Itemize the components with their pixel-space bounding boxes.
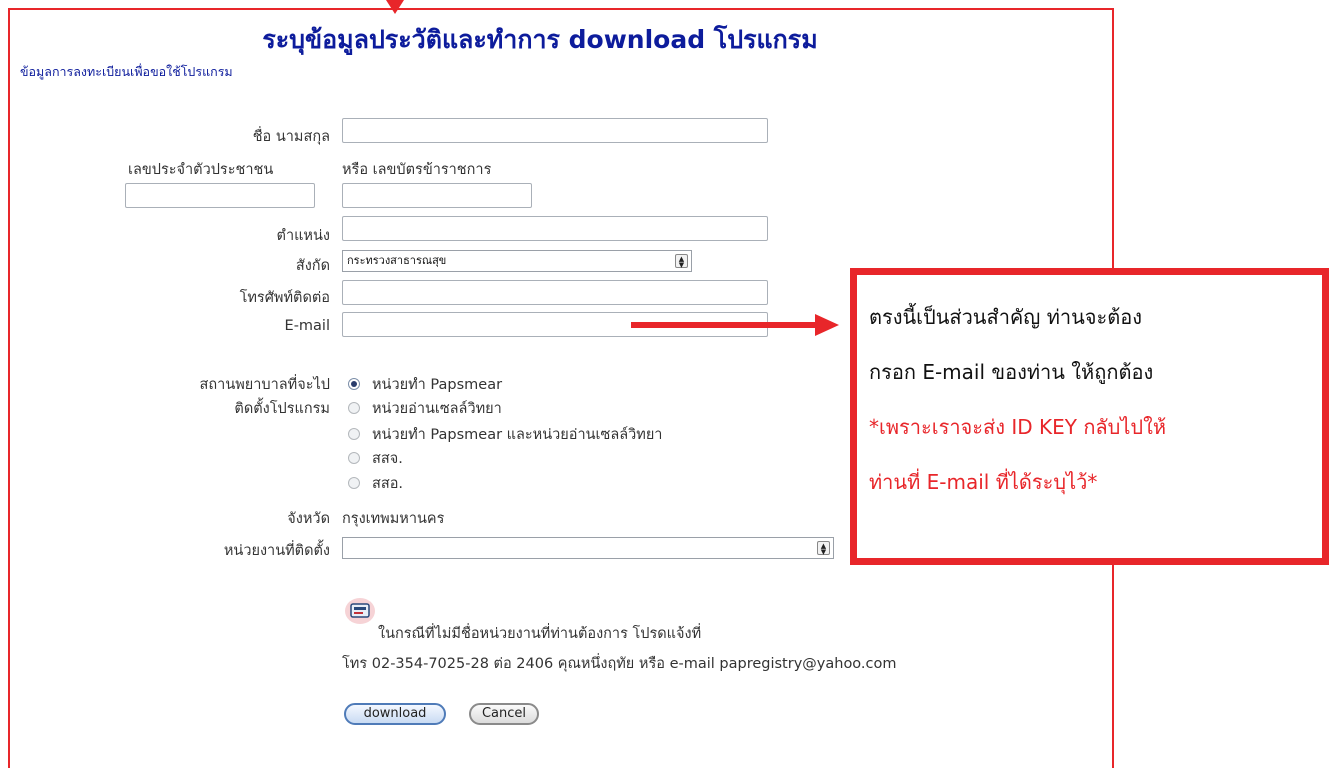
hospital-option-3-label: หน่วยทำ Papsmear และหน่วยอ่านเซลล์วิทยา: [372, 427, 663, 443]
select-arrows-icon: ▲ ▼: [817, 541, 830, 556]
unit-label: หน่วยงานที่ติดตั้ง: [223, 543, 330, 559]
hospital-option-4-radio[interactable]: [348, 452, 360, 464]
hospital-label-line1: สถานพยาบาลที่จะไป: [199, 377, 330, 393]
hospital-option-3-radio[interactable]: [348, 428, 360, 440]
hospital-option-1-radio[interactable]: [348, 378, 360, 390]
phone-label: โทรศัพท์ติดต่อ: [239, 290, 330, 306]
hospital-option-4-label: สสจ.: [372, 451, 403, 467]
gov-id-input[interactable]: [342, 183, 532, 208]
contact-card-icon: [345, 598, 375, 624]
citizen-id-input[interactable]: [125, 183, 315, 208]
hospital-option-2-radio[interactable]: [348, 402, 360, 414]
name-input[interactable]: [342, 118, 768, 143]
hospital-option-5-label: สสอ.: [372, 476, 404, 492]
callout-line2: กรอก E-mail ของท่าน ให้ถูกต้อง: [869, 360, 1154, 384]
phone-input[interactable]: [342, 280, 768, 305]
download-button[interactable]: download: [344, 703, 446, 725]
page-subtitle: ข้อมูลการลงทะเบียนเพื่อขอใช้โปรแกรม: [20, 64, 233, 79]
cancel-button[interactable]: Cancel: [469, 703, 539, 725]
annotation-callout: ตรงนี้เป็นส่วนสำคัญ ท่านจะต้อง กรอก E-ma…: [850, 268, 1329, 565]
callout-line1: ตรงนี้เป็นส่วนสำคัญ ท่านจะต้อง: [869, 305, 1143, 329]
affiliation-select[interactable]: กระทรวงสาธารณสุข ▲ ▼: [342, 250, 692, 272]
callout-line4: ท่านที่ E-mail ที่ได้ระบุไว้*: [869, 470, 1098, 494]
hospital-option-1-label: หน่วยทำ Papsmear: [372, 377, 503, 393]
arrow-right-icon: [815, 314, 839, 336]
position-label: ตำแหน่ง: [276, 228, 330, 244]
gov-id-label: หรือ เลขบัตรข้าราชการ: [342, 162, 492, 178]
affiliation-selected-value: กระทรวงสาธารณสุข: [347, 254, 447, 267]
annotation-arrow-shaft: [631, 322, 817, 328]
hospital-option-5-radio[interactable]: [348, 477, 360, 489]
unit-select[interactable]: ▲ ▼: [342, 537, 834, 559]
email-label: E-mail: [284, 318, 330, 334]
hospital-label-line2: ติดตั้งโปรแกรม: [234, 401, 330, 417]
position-input[interactable]: [342, 216, 768, 241]
citizen-id-label: เลขประจำตัวประชาชน: [128, 162, 274, 178]
notice-line1: ในกรณีที่ไม่มีชื่อหน่วยงานที่ท่านต้องการ…: [378, 626, 702, 642]
hospital-option-2-label: หน่วยอ่านเซลล์วิทยา: [372, 401, 502, 417]
affiliation-label: สังกัด: [295, 258, 330, 274]
page-title: ระบุข้อมูลประวัติและทำการ download โปรแก…: [262, 25, 818, 54]
province-label: จังหวัด: [287, 511, 330, 527]
province-value: กรุงเทพมหานคร: [342, 511, 445, 527]
select-arrows-icon: ▲ ▼: [675, 254, 688, 269]
callout-line3: *เพราะเราจะส่ง ID KEY กลับไปให้: [869, 415, 1167, 439]
name-label: ชื่อ นามสกุล: [252, 129, 330, 145]
notice-line2: โทร 02-354-7025-28 ต่อ 2406 คุณหนึ่งฤทัย…: [342, 656, 897, 672]
